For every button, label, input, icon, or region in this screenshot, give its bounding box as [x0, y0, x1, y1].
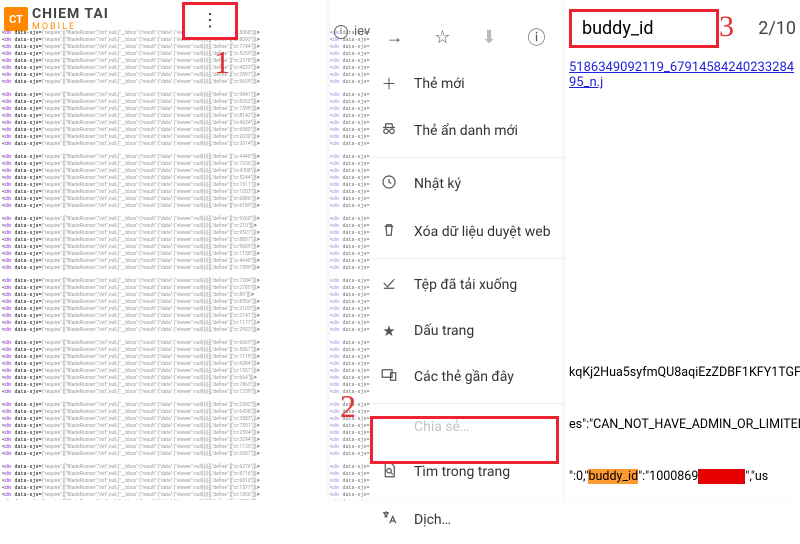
menu-incognito[interactable]: Thẻ ẩn danh mới: [370, 107, 565, 155]
annotation-highlight-find: [370, 416, 559, 464]
menu-new-tab[interactable]: ＋ Thẻ mới: [370, 60, 565, 107]
redacted: XXXXXX: [698, 469, 745, 484]
kebab-icon: ⋮: [201, 18, 219, 24]
annotation-step-2: 2: [340, 388, 356, 425]
devices-icon: [380, 366, 398, 388]
menu-label: Thẻ mới: [414, 76, 465, 92]
star-filled-icon: ★: [380, 322, 398, 340]
forward-icon[interactable]: →: [385, 27, 403, 48]
plus-icon: ＋: [380, 73, 398, 94]
star-icon[interactable]: ☆: [434, 27, 450, 48]
history-icon: [380, 173, 398, 195]
menu-translate[interactable]: Dịch…: [370, 496, 565, 544]
page-info-icon[interactable]: ⓘ: [528, 24, 546, 50]
menu-label: Thẻ ẩn danh mới: [414, 123, 518, 139]
address-bar[interactable]: i iev: [334, 24, 370, 39]
menu-downloads[interactable]: Tệp đã tải xuống: [370, 261, 565, 309]
address-text: iev: [354, 24, 370, 39]
site-info-icon[interactable]: i: [334, 25, 348, 39]
find-in-page-icon: [380, 461, 398, 483]
panel-step1: 21:48 ⋮ 1 <div data-sjs={"require":[["Bl…: [0, 0, 330, 500]
menu-clear-data[interactable]: Xóa dữ liệu duyệt web: [370, 208, 565, 256]
menu-recent-tabs[interactable]: Các thẻ gần đây: [370, 353, 565, 401]
menu-label: Xóa dữ liệu duyệt web: [414, 224, 551, 240]
menu-label: Nhật ký: [414, 176, 461, 192]
annotation-step-1: 1: [214, 44, 230, 81]
code-line: ":0,"buddy_id":"1000869XXXXXX","us: [569, 464, 796, 490]
annotation-step-3: 3: [719, 10, 734, 44]
translate-icon: [380, 509, 398, 531]
menu-label: Tệp đã tải xuống: [414, 277, 517, 293]
page-source-sliver: <div data-sjs={"require":[["BladeRunner"…: [330, 30, 370, 500]
menu-label: Tìm trong trang: [414, 464, 510, 480]
match-highlight: buddy_id: [588, 469, 638, 484]
menu-bookmarks[interactable]: ★ Dấu trang: [370, 309, 565, 353]
overflow-menu-button[interactable]: ⋮: [182, 2, 238, 40]
trash-icon: [380, 221, 398, 243]
panel-step2: <div data-sjs={"require":[["BladeRunner"…: [330, 0, 565, 500]
result-link[interactable]: 5186349092119_67914584240233284​95_n.j: [569, 60, 794, 90]
incognito-icon: [380, 120, 398, 142]
panel-step3: buddy_id 2/10 3 5186349092119_6791458424…: [565, 0, 800, 500]
overflow-menu: ＋ Thẻ mới Thẻ ẩn danh mới Nhật ký Xóa dữ…: [370, 60, 565, 544]
find-input[interactable]: buddy_id: [569, 9, 719, 48]
page-source-view[interactable]: <div data-sjs={"require":[["BladeRunner"…: [2, 30, 328, 500]
code-line: kqKj2Hua5syfmQU8aqiEzZDBF1KFY1TGFxL: [569, 360, 796, 386]
menu-label: Các thẻ gần đây: [414, 369, 514, 385]
code-line: es":"CAN_NOT_HAVE_ADMIN_OR_LIMITED_A: [569, 412, 796, 438]
source-snippet[interactable]: kqKj2Hua5syfmQU8aqiEzZDBF1KFY1TGFxL es":…: [569, 360, 796, 490]
download-icon[interactable]: ⬇: [481, 27, 496, 48]
download-done-icon: [380, 274, 398, 296]
find-bar: buddy_id 2/10: [569, 8, 796, 48]
menu-history[interactable]: Nhật ký: [370, 160, 565, 208]
menu-toolbar: → ☆ ⬇ ⓘ: [370, 20, 561, 54]
menu-label: Dấu trang: [414, 323, 474, 339]
menu-label: Dịch…: [414, 512, 451, 528]
find-count: 2/10: [758, 18, 796, 39]
